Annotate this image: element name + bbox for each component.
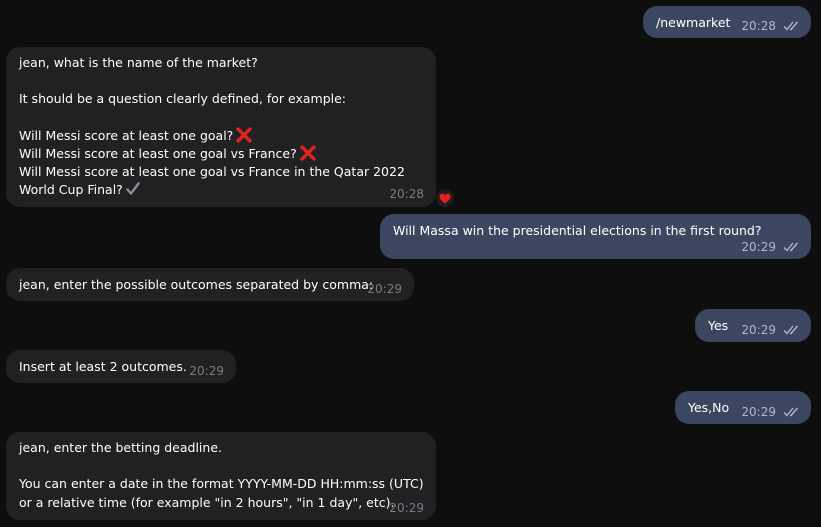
message-time: 20:29 bbox=[389, 501, 424, 515]
heart-icon[interactable] bbox=[436, 189, 454, 207]
red-cross-icon bbox=[236, 127, 253, 143]
chat-history: /newmarket 20:28 jean, what is the name … bbox=[0, 0, 821, 527]
message-time: 20:29 bbox=[367, 282, 402, 296]
red-cross-icon bbox=[300, 145, 316, 161]
message-time: 20:29 bbox=[189, 364, 224, 378]
message-text: Yes,No bbox=[688, 400, 730, 415]
message-outgoing[interactable]: Yes 20:29 bbox=[695, 309, 811, 342]
double-check-icon bbox=[783, 20, 801, 32]
message-time: 20:29 bbox=[741, 240, 776, 254]
example-line: Will Messi score at least one goal? bbox=[19, 127, 234, 143]
message-text: jean, enter the possible outcomes separa… bbox=[19, 277, 374, 292]
message-meta: 20:28 bbox=[741, 19, 801, 33]
double-check-icon bbox=[783, 406, 801, 418]
message-text: jean, what is the name of the market? It… bbox=[19, 54, 424, 200]
message-text: Will Massa win the presidential election… bbox=[393, 223, 762, 238]
message-time: 20:29 bbox=[741, 323, 776, 337]
message-outgoing[interactable]: Will Massa win the presidential election… bbox=[380, 214, 811, 259]
message-incoming[interactable]: jean, enter the betting deadline. You ca… bbox=[6, 432, 436, 520]
message-outgoing[interactable]: Yes,No 20:29 bbox=[675, 391, 811, 424]
message-incoming[interactable]: jean, what is the name of the market? It… bbox=[6, 47, 436, 207]
example-line: Will Messi score at least one goal vs Fr… bbox=[19, 145, 297, 161]
message-outgoing[interactable]: /newmarket 20:28 bbox=[643, 6, 811, 38]
message-meta: 20:29 bbox=[741, 405, 801, 419]
message-text: /newmarket bbox=[656, 15, 731, 30]
message-time: 20:29 bbox=[741, 405, 776, 419]
message-incoming[interactable]: jean, enter the possible outcomes separa… bbox=[6, 268, 414, 301]
message-text: jean, enter the betting deadline. You ca… bbox=[19, 440, 424, 510]
message-meta: 20:28 bbox=[389, 187, 424, 201]
double-check-icon bbox=[783, 241, 801, 253]
message-meta: 20:29 bbox=[189, 364, 224, 378]
check-mark-icon bbox=[126, 182, 140, 196]
message-meta: 20:29 bbox=[741, 323, 801, 337]
example-line: World Cup Final? bbox=[19, 182, 123, 198]
message-meta: 20:29 bbox=[741, 240, 801, 254]
message-text: Insert at least 2 outcomes. bbox=[19, 359, 187, 374]
message-time: 20:28 bbox=[389, 187, 424, 201]
message-text: Yes bbox=[708, 318, 729, 333]
message-incoming[interactable]: Insert at least 2 outcomes. 20:29 bbox=[6, 350, 236, 383]
message-meta: 20:29 bbox=[389, 501, 424, 515]
message-time: 20:28 bbox=[741, 19, 776, 33]
example-line: Will Messi score at least one goal vs Fr… bbox=[19, 164, 405, 180]
double-check-icon bbox=[783, 324, 801, 336]
message-meta: 20:29 bbox=[367, 282, 402, 296]
